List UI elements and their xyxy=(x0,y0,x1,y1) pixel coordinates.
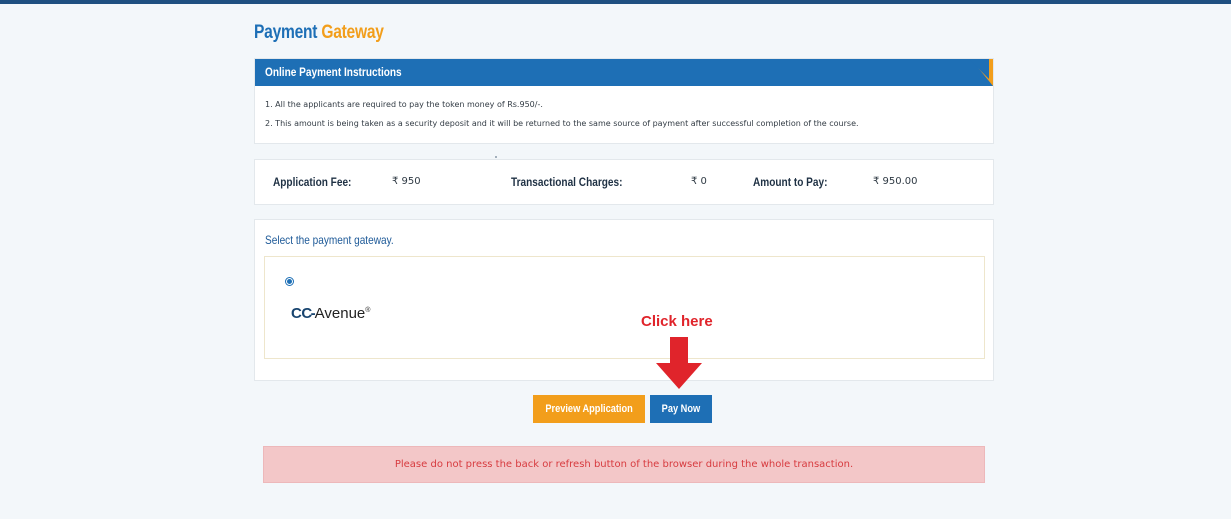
amount-to-pay-label: Amount to Pay: xyxy=(753,175,828,189)
pay-now-label: Pay Now xyxy=(661,403,701,415)
top-border xyxy=(0,0,1231,4)
application-fee-label: Application Fee: xyxy=(273,175,352,189)
amount-to-pay-value: ₹ 950.00 xyxy=(873,176,918,187)
preview-application-label: Preview Application xyxy=(545,403,633,415)
warning-alert: Please do not press the back or refresh … xyxy=(263,446,985,483)
page-title-part-1: Payment xyxy=(254,22,318,43)
gateway-option-ccavenue[interactable]: CC-Avenue® xyxy=(264,256,985,359)
transactional-charges-label: Transactional Charges: xyxy=(511,175,623,189)
instructions-header: Online Payment Instructions xyxy=(255,59,993,86)
logo-cc: CC xyxy=(291,305,312,322)
instruction-line-2: 2. This amount is being taken as a secur… xyxy=(265,119,859,128)
instructions-header-title: Online Payment Instructions xyxy=(265,65,402,79)
page-title-part-2: Gateway xyxy=(321,22,384,43)
page-title: Payment Gateway xyxy=(254,22,384,44)
transactional-charges-value: ₹ 0 xyxy=(691,176,707,187)
instruction-line-1: 1. All the applicants are required to pa… xyxy=(265,100,543,109)
decorative-dot xyxy=(495,156,497,158)
ccavenue-logo[interactable]: CC-Avenue® xyxy=(291,305,370,322)
click-here-annotation: Click here xyxy=(641,313,713,330)
logo-registered-mark: ® xyxy=(365,307,371,314)
gateway-selection-card: Select the payment gateway. CC-Avenue® xyxy=(254,219,994,381)
preview-application-button[interactable]: Preview Application xyxy=(533,395,645,423)
pay-now-button[interactable]: Pay Now xyxy=(650,395,712,423)
instructions-card: Online Payment Instructions 1. All the a… xyxy=(254,58,994,144)
fee-summary-card: Application Fee: ₹ 950 Transactional Cha… xyxy=(254,159,994,205)
logo-avenue: Avenue xyxy=(314,305,366,322)
corner-accent-inner xyxy=(969,59,989,79)
application-fee-value: ₹ 950 xyxy=(392,176,421,187)
gateway-title: Select the payment gateway. xyxy=(265,233,394,247)
radio-checked-icon[interactable] xyxy=(285,277,294,286)
arrow-down-icon xyxy=(656,337,702,389)
